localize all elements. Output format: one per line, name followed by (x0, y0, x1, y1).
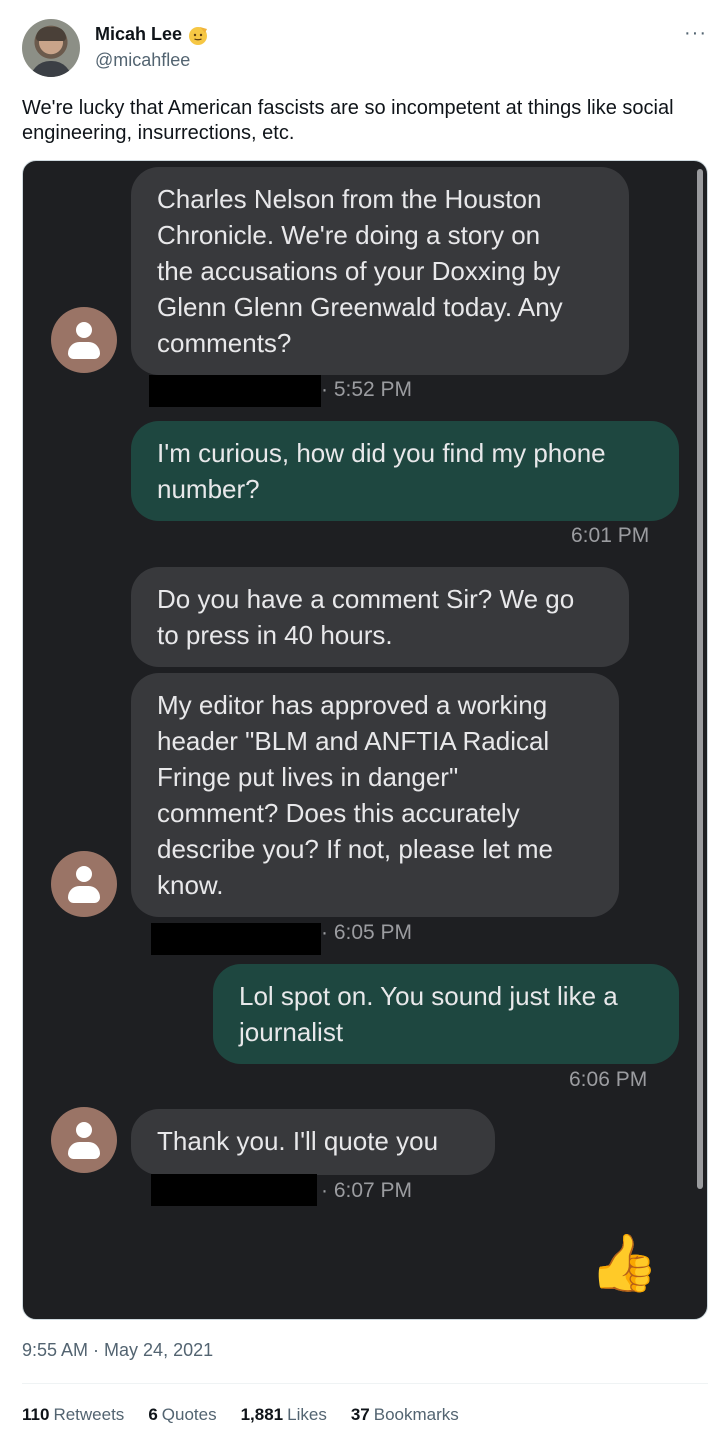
message-text: I'm curious, how did you find my phone n… (157, 438, 606, 504)
redacted-sender (149, 375, 321, 407)
message-time: · 6:07 PM (321, 1179, 413, 1202)
quotes-stat[interactable]: 6 Quotes (148, 1405, 216, 1425)
message-text: My editor has approved a working header … (157, 690, 554, 900)
message-time: 6:06 PM (569, 1068, 648, 1091)
message-time: · 6:05 PM (321, 921, 413, 944)
redacted-sender (151, 923, 321, 955)
message-bubble-incoming: Thank you. I'll quote you (131, 1109, 495, 1175)
message-bubble-outgoing: I'm curious, how did you find my phone n… (131, 421, 679, 521)
contact-avatar-icon (51, 1107, 117, 1173)
message-text: Charles Nelson from the Houston Chronicl… (157, 184, 563, 358)
contact-avatar-icon (51, 307, 117, 373)
divider (22, 1383, 708, 1384)
tweet-text: We're lucky that American fascists are s… (22, 97, 674, 144)
contact-avatar-icon (51, 851, 117, 917)
more-options-icon[interactable]: ··· (684, 22, 707, 45)
message-text: Thank you. I'll quote you (157, 1126, 439, 1156)
message-time: 6:01 PM (571, 524, 650, 547)
redacted-sender (151, 1174, 317, 1206)
retweets-stat[interactable]: 110 Retweets (22, 1405, 124, 1425)
tweet-timestamp[interactable]: 9:55 AM · May 24, 2021 (22, 1340, 213, 1361)
bookmarks-stat[interactable]: 37 Bookmarks (351, 1405, 459, 1425)
likes-stat[interactable]: 1,881 Likes (241, 1405, 327, 1425)
message-text: Do you have a comment Sir? We go to pres… (157, 584, 575, 650)
author-avatar[interactable] (22, 19, 80, 77)
message-bubble-incoming: Charles Nelson from the Houston Chronicl… (131, 167, 629, 375)
author-handle[interactable]: @micahflee (95, 50, 190, 71)
thumbs-up-icon: 👍 (589, 1231, 659, 1294)
message-bubble-outgoing: Lol spot on. You sound just like a journ… (213, 964, 679, 1064)
message-text: Lol spot on. You sound just like a journ… (239, 981, 618, 1047)
message-time: · 5:52 PM (321, 378, 413, 401)
scrollbar (697, 169, 703, 1189)
avatar-shirt (30, 61, 72, 77)
tweet-media-screenshot[interactable]: Charles Nelson from the Houston Chronicl… (22, 160, 708, 1320)
message-bubble-incoming: My editor has approved a working header … (131, 673, 619, 917)
engagement-stats: 110 Retweets 6 Quotes 1,881 Likes 37 Bookmar… (22, 1405, 459, 1425)
message-bubble-incoming: Do you have a comment Sir? We go to pres… (131, 567, 629, 667)
saluting-face-emoji-icon (189, 27, 207, 45)
author-name[interactable]: Micah Lee (95, 24, 182, 45)
avatar-hair (36, 27, 66, 41)
